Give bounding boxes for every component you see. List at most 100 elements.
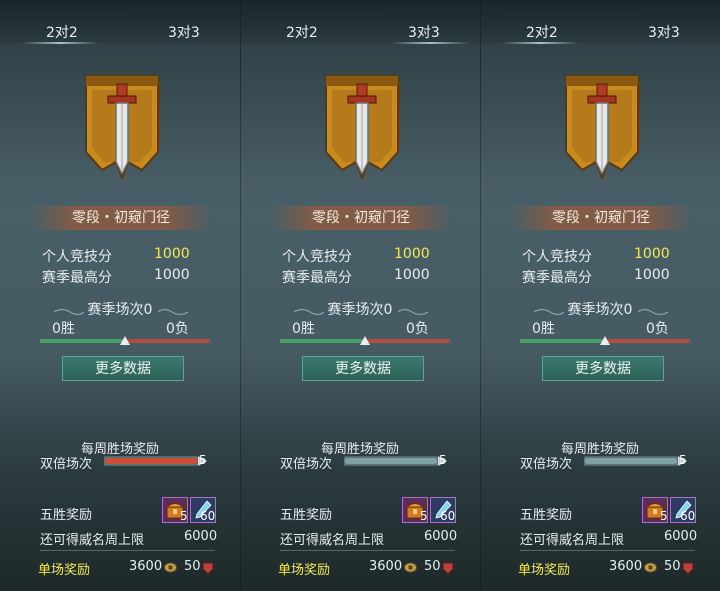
more-data-button[interactable]: 更多数据: [302, 356, 424, 381]
double-matches-count: 5: [199, 453, 207, 467]
talisman-count: 60: [440, 509, 456, 523]
divider: [40, 550, 215, 551]
honor-shield-icon: [442, 562, 454, 575]
mode-tab-bar: 2对2 3对3: [240, 0, 480, 44]
stat-label: 个人竞技分: [42, 249, 112, 265]
double-matches-label: 双倍场次: [280, 457, 333, 472]
single-coin-value: 3600: [609, 559, 643, 574]
stat-value: 1000: [634, 246, 670, 262]
stat-value: 1000: [394, 246, 430, 262]
active-tab-underline: [500, 42, 580, 44]
weekly-cap-value: 6000: [664, 529, 698, 544]
divider: [520, 550, 695, 551]
more-data-button[interactable]: 更多数据: [62, 356, 184, 381]
tab-2v2[interactable]: 2对2: [526, 22, 558, 42]
sword-banner-emblem-icon: [325, 75, 399, 180]
weekly-cap-value: 6000: [424, 529, 458, 544]
stat-label: 个人竞技分: [522, 249, 592, 265]
double-matches-bar: [344, 456, 447, 466]
loss-bar-fill: [365, 339, 450, 343]
season-matches-title: 赛季场次0: [327, 302, 393, 318]
tab-3v3[interactable]: 3对3: [408, 22, 440, 42]
win-bar-fill: [40, 339, 125, 343]
stat-label: 赛季最高分: [282, 270, 352, 286]
mode-tab-bar: 2对2 3对3: [480, 0, 720, 44]
rank-name: 零段・初窥门径: [510, 206, 692, 230]
stat-label: 赛季最高分: [42, 270, 112, 286]
coin-icon: [164, 562, 177, 573]
five-win-reward-label: 五胜奖励: [40, 508, 93, 523]
divider: [280, 550, 455, 551]
wins-count: 0胜: [292, 321, 315, 337]
single-honor-value: 50: [184, 559, 201, 574]
sword-banner-emblem-icon: [85, 75, 159, 180]
season-matches-title: 赛季场次0: [567, 302, 633, 318]
sword-banner-emblem-icon: [565, 75, 639, 180]
double-matches-bar: [104, 456, 207, 466]
tab-3v3[interactable]: 3对3: [168, 22, 200, 42]
stat-value: 1000: [634, 267, 670, 283]
win-loss-marker: [600, 336, 610, 345]
active-tab-underline: [20, 42, 100, 44]
single-match-reward-label: 单场奖励: [278, 563, 331, 578]
season-matches-title: 赛季场次0: [87, 302, 153, 318]
coin-icon: [404, 562, 417, 573]
stat-row-season-best: 赛季最高分 1000: [42, 267, 190, 287]
chest-count: 5: [420, 509, 428, 523]
chest-count: 5: [660, 509, 668, 523]
loss-bar-fill: [125, 339, 210, 343]
weekly-cap-label: 还可得威名周上限: [280, 533, 385, 548]
single-coin-value: 3600: [369, 559, 403, 574]
double-matches-label: 双倍场次: [40, 457, 93, 472]
ornament-right-icon: [637, 308, 669, 316]
honor-shield-icon: [682, 562, 694, 575]
coin-icon: [644, 562, 657, 573]
single-coin-value: 3600: [129, 559, 163, 574]
loss-bar-fill: [605, 339, 690, 343]
ornament-right-icon: [397, 308, 429, 316]
weekly-cap-label: 还可得威名周上限: [40, 533, 145, 548]
stat-row-season-best: 赛季最高分 1000: [282, 267, 430, 287]
more-data-button[interactable]: 更多数据: [542, 356, 664, 381]
stat-label: 个人竞技分: [282, 249, 352, 265]
losses-count: 0负: [646, 321, 669, 337]
win-loss-marker: [120, 336, 130, 345]
stat-row-season-best: 赛季最高分 1000: [522, 267, 670, 287]
stat-row-score: 个人竞技分 1000: [282, 246, 430, 266]
stat-value: 1000: [394, 267, 430, 283]
chest-count: 5: [180, 509, 188, 523]
single-match-reward-label: 单场奖励: [518, 563, 571, 578]
five-win-reward-label: 五胜奖励: [520, 508, 573, 523]
tab-3v3[interactable]: 3对3: [648, 22, 680, 42]
losses-count: 0负: [406, 321, 429, 337]
talisman-count: 60: [680, 509, 696, 523]
rank-name: 零段・初窥门径: [30, 206, 212, 230]
weekly-cap-label: 还可得威名周上限: [520, 533, 625, 548]
double-matches-count: 5: [679, 453, 687, 467]
rank-name: 零段・初窥门径: [270, 206, 452, 230]
arena-panel: 2对2 3对3 零段・初窥门径 个人竞技分 1000 赛季最高分 1000 赛季…: [0, 0, 241, 591]
stat-value: 1000: [154, 267, 190, 283]
double-matches-bar: [584, 456, 687, 466]
active-tab-underline: [390, 42, 470, 44]
win-bar-fill: [280, 339, 365, 343]
single-match-reward-label: 单场奖励: [38, 563, 91, 578]
arena-panel: 2对2 3对3 零段・初窥门径 个人竞技分 1000 赛季最高分 1000 赛季…: [480, 0, 720, 591]
stat-row-score: 个人竞技分 1000: [42, 246, 190, 266]
talisman-count: 60: [200, 509, 216, 523]
single-honor-value: 50: [664, 559, 681, 574]
wins-count: 0胜: [52, 321, 75, 337]
stat-value: 1000: [154, 246, 190, 262]
win-bar-fill: [520, 339, 605, 343]
weekly-cap-value: 6000: [184, 529, 218, 544]
mode-tab-bar: 2对2 3对3: [0, 0, 240, 44]
double-matches-label: 双倍场次: [520, 457, 573, 472]
tab-2v2[interactable]: 2对2: [286, 22, 318, 42]
tab-2v2[interactable]: 2对2: [46, 22, 78, 42]
stat-row-score: 个人竞技分 1000: [522, 246, 670, 266]
single-honor-value: 50: [424, 559, 441, 574]
five-win-reward-label: 五胜奖励: [280, 508, 333, 523]
arena-panel: 2对2 3对3 零段・初窥门径 个人竞技分 1000 赛季最高分 1000 赛季…: [240, 0, 481, 591]
win-loss-marker: [360, 336, 370, 345]
stat-label: 赛季最高分: [522, 270, 592, 286]
